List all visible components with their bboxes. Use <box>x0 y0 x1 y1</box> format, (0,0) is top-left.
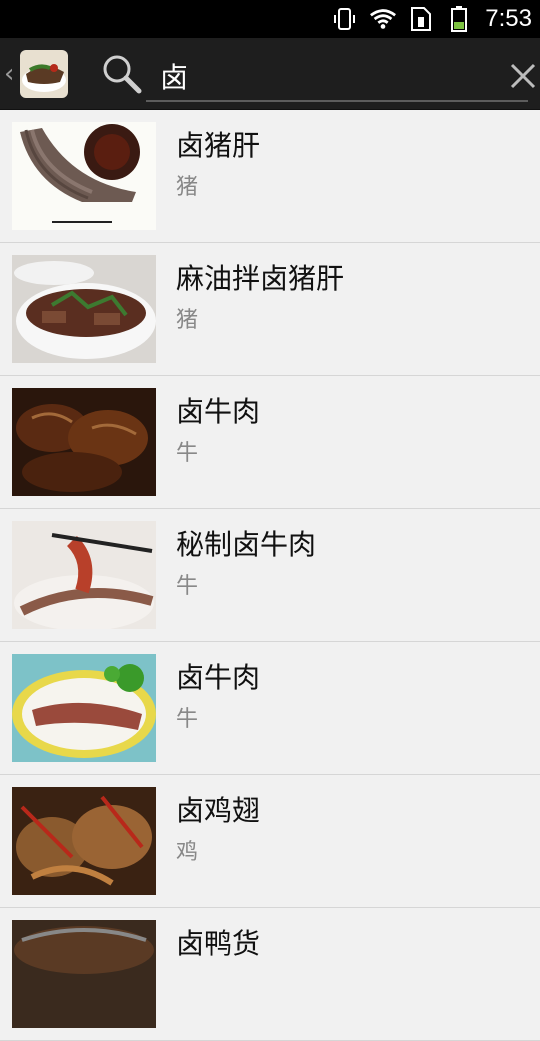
recipe-thumbnail <box>12 920 156 1028</box>
chevron-left-icon[interactable]: ‹ <box>4 61 18 87</box>
item-title: 卤牛肉 <box>176 395 261 428</box>
list-item[interactable]: 卤猪肝 猪 <box>0 110 540 243</box>
vibrate-icon <box>331 5 359 33</box>
action-bar: ‹ <box>0 38 540 110</box>
list-item[interactable]: 卤鸭货 <box>0 908 540 1041</box>
status-bar: 7:53 <box>0 0 540 38</box>
recipe-thumbnail <box>12 122 156 230</box>
item-category: 鸡 <box>176 840 199 865</box>
recipe-thumbnail <box>12 388 156 496</box>
list-item[interactable]: 秘制卤牛肉 牛 <box>0 509 540 642</box>
close-icon[interactable] <box>509 53 537 99</box>
item-title: 卤牛肉 <box>176 661 261 694</box>
item-category: 牛 <box>176 441 199 466</box>
result-list: 卤猪肝 猪 麻油拌卤猪肝 猪 卤牛肉 牛 秘制卤牛肉 牛 卤牛肉 牛 卤鸡翅 鸡… <box>0 110 540 1041</box>
item-title: 秘制卤牛肉 <box>176 528 317 561</box>
search-field <box>146 52 536 102</box>
recipe-thumbnail <box>12 654 156 762</box>
wifi-icon <box>369 5 397 33</box>
list-item[interactable]: 卤鸡翅 鸡 <box>0 775 540 908</box>
item-category: 牛 <box>176 574 199 599</box>
app-icon[interactable] <box>20 49 68 98</box>
item-title: 卤鸡翅 <box>176 794 261 827</box>
sim-icon <box>407 5 435 33</box>
item-category: 猪 <box>176 175 199 200</box>
list-item[interactable]: 麻油拌卤猪肝 猪 <box>0 243 540 376</box>
status-time: 7:53 <box>485 5 532 32</box>
search-input[interactable] <box>146 53 509 99</box>
item-title: 麻油拌卤猪肝 <box>176 262 345 295</box>
recipe-thumbnail <box>12 787 156 895</box>
item-category: 猪 <box>176 308 199 333</box>
item-category: 牛 <box>176 707 199 732</box>
item-title: 卤猪肝 <box>176 129 261 162</box>
list-item[interactable]: 卤牛肉 牛 <box>0 642 540 775</box>
recipe-thumbnail <box>12 255 156 363</box>
battery-icon <box>445 5 473 33</box>
item-title: 卤鸭货 <box>176 927 261 960</box>
search-icon <box>100 52 144 96</box>
list-item[interactable]: 卤牛肉 牛 <box>0 376 540 509</box>
recipe-thumbnail <box>12 521 156 629</box>
